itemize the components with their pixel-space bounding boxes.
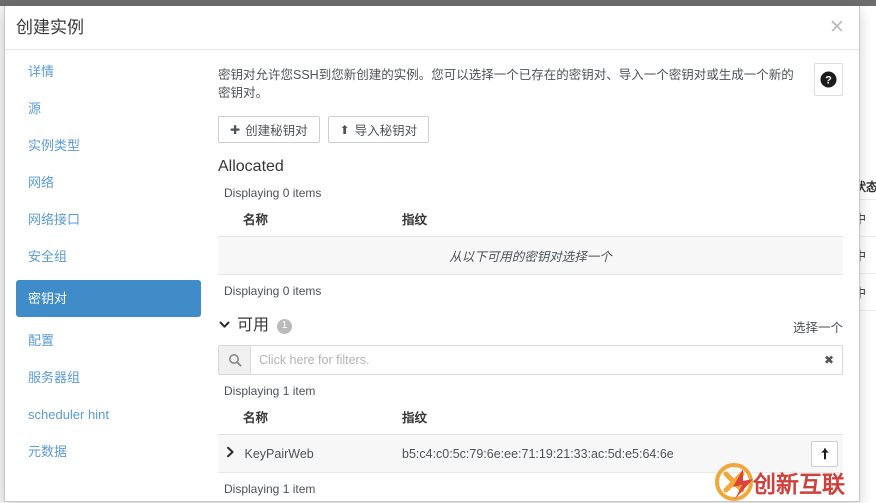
dialog-body: 详情 源 实例类型 网络 网络接口 安全组 密钥对 配置 服务器组 schedu… <box>5 50 859 501</box>
sidebar-item-metadata[interactable]: 元数据 <box>16 438 201 465</box>
available-section-title: 可用 <box>237 317 270 334</box>
filter-bar: ✖ <box>218 345 843 375</box>
available-column-fingerprint: 指纹 <box>398 403 791 435</box>
sidebar-item-configuration[interactable]: 配置 <box>16 327 201 354</box>
create-key-pair-button[interactable]: ✚ 创建秘钥对 <box>218 116 320 143</box>
create-instance-dialog: 创建实例 ✕ 详情 源 实例类型 网络 网络接口 安全组 密钥对 配置 服务器组… <box>4 6 860 502</box>
sidebar-item-source[interactable]: 源 <box>16 95 201 122</box>
available-count-top: Displaying 1 item <box>224 384 316 398</box>
available-row-name: KeyPairWeb <box>244 447 314 461</box>
available-table: 名称 指纹 KeyPairWeb b5:c4:c0:5c:79:6e:ee:71… <box>218 403 843 473</box>
import-key-pair-button[interactable]: ⬆ 导入秘钥对 <box>327 116 430 143</box>
dialog-header: 创建实例 ✕ <box>5 6 859 50</box>
table-row[interactable]: KeyPairWeb b5:c4:c0:5c:79:6e:ee:71:19:21… <box>218 434 843 473</box>
allocated-count-bottom: Displaying 0 items <box>224 284 322 298</box>
arrow-up-icon[interactable] <box>811 440 838 467</box>
sidebar-item-key-pair[interactable]: 密钥对 <box>16 280 201 317</box>
available-table-header-row: 名称 指纹 <box>218 403 843 435</box>
sidebar-item-security-groups[interactable]: 安全组 <box>16 243 201 270</box>
available-count-bottom: Displaying 1 item <box>224 482 316 496</box>
allocated-table-header-row: 名称 指纹 <box>218 205 843 237</box>
allocated-empty-message: 从以下可用的密钥对选择一个 <box>218 236 843 275</box>
available-column-actions <box>791 403 843 435</box>
available-row-actions <box>791 434 843 473</box>
allocated-column-name: 名称 <box>218 205 398 237</box>
dialog-sidebar-nav: 详情 源 实例类型 网络 网络接口 安全组 密钥对 配置 服务器组 schedu… <box>5 50 212 501</box>
allocated-empty-row: 从以下可用的密钥对选择一个 <box>218 236 843 275</box>
sidebar-item-details[interactable]: 详情 <box>16 58 201 85</box>
upload-icon: ⬆ <box>339 122 350 137</box>
allocated-section-title: Allocated <box>218 158 284 175</box>
sidebar-item-scheduler-hint[interactable]: scheduler hint <box>16 401 201 428</box>
sidebar-item-network[interactable]: 网络 <box>16 169 201 196</box>
allocated-table: 名称 指纹 从以下可用的密钥对选择一个 <box>218 205 843 275</box>
available-count-badge: 1 <box>277 318 293 334</box>
plus-icon: ✚ <box>230 122 241 137</box>
available-row-name-cell: KeyPairWeb <box>218 434 398 473</box>
key-pair-actions: ✚ 创建秘钥对 ⬆ 导入秘钥对 <box>218 116 843 143</box>
key-pair-step-content: 密钥对允许您SSH到您新创建的实例。您可以选择一个已存在的密钥对、导入一个密钥对… <box>212 50 859 501</box>
sidebar-item-server-groups[interactable]: 服务器组 <box>16 364 201 391</box>
allocated-column-fingerprint: 指纹 <box>398 205 843 237</box>
chevron-down-icon[interactable] <box>218 318 231 335</box>
sidebar-item-network-ports[interactable]: 网络接口 <box>16 206 201 233</box>
create-key-pair-label: 创建秘钥对 <box>245 124 308 138</box>
dialog-title: 创建实例 <box>16 18 84 37</box>
clear-icon[interactable]: ✖ <box>816 346 842 374</box>
allocated-count-top: Displaying 0 items <box>224 186 322 200</box>
chevron-right-icon[interactable] <box>226 446 241 461</box>
filter-input[interactable] <box>251 346 816 374</box>
description-row: 密钥对允许您SSH到您新创建的实例。您可以选择一个已存在的密钥对、导入一个密钥对… <box>218 50 843 102</box>
sidebar-item-flavor[interactable]: 实例类型 <box>16 132 201 159</box>
help-circle-icon[interactable]: ? <box>814 63 843 96</box>
close-icon[interactable]: ✕ <box>824 14 850 40</box>
svg-text:?: ? <box>825 74 832 86</box>
available-column-name: 名称 <box>218 403 398 435</box>
import-key-pair-label: 导入秘钥对 <box>354 124 418 138</box>
available-row-fingerprint: b5:c4:c0:5c:79:6e:ee:71:19:21:33:ac:5d:e… <box>398 434 791 473</box>
available-hint-label: 选择一个 <box>792 320 843 335</box>
step-description: 密钥对允许您SSH到您新创建的实例。您可以选择一个已存在的密钥对、导入一个密钥对… <box>218 68 794 100</box>
available-section-header: 可用 1 选择一个 <box>218 316 843 336</box>
search-icon[interactable] <box>219 346 251 374</box>
